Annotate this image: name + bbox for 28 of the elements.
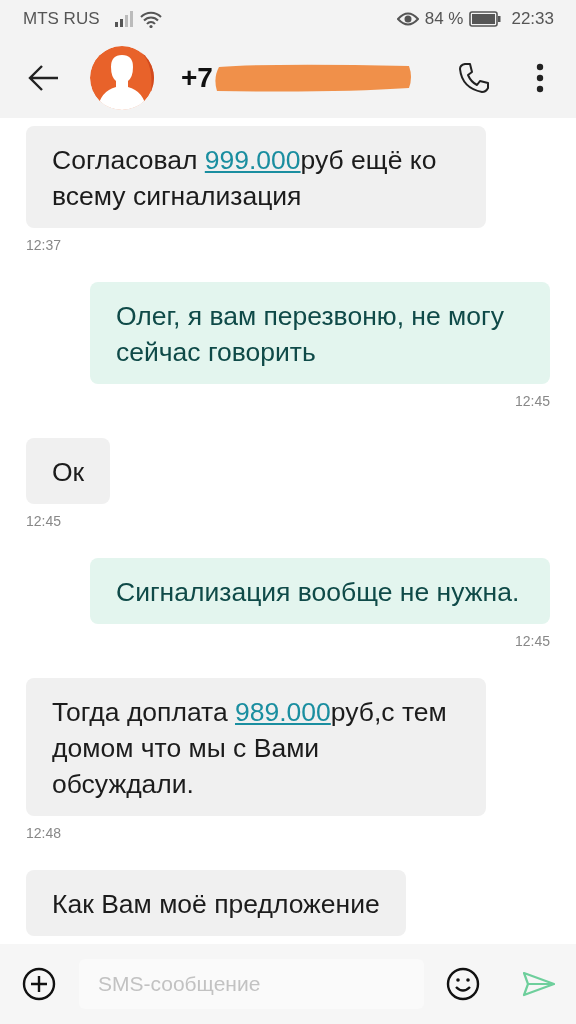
message-text: Ок — [52, 456, 85, 489]
clock-time: 22:33 — [511, 9, 554, 29]
back-arrow-icon[interactable] — [28, 64, 60, 92]
message-text: Олег, я вам перезвоню, не могу сейчас говорить — [116, 300, 505, 369]
contact-avatar — [89, 45, 155, 111]
signal-icon — [113, 11, 134, 27]
add-icon[interactable] — [22, 967, 56, 1001]
message-time: 12:48 — [26, 824, 62, 842]
emoji-icon[interactable] — [446, 967, 480, 1001]
message-text: Сигнализация вообще не нужна. — [116, 576, 521, 609]
battery-percent: 84 % — [424, 9, 464, 29]
message-time: 12:45 — [514, 632, 550, 650]
message-text: Тогда доплата 989.000руб,с тем домом что мы с Вами обсуждали. — [52, 696, 448, 801]
message-link[interactable]: 989.000 — [235, 697, 331, 727]
wifi-icon — [139, 10, 162, 28]
eye-icon — [396, 11, 419, 27]
message-link[interactable]: 999.000 — [204, 145, 301, 175]
contact-number: +7 — [181, 62, 213, 94]
message-text: Согласовал 999.000руб ещё ко всему сигнализация — [52, 144, 438, 213]
message-time: 12:45 — [26, 512, 62, 530]
message-time: 12:45 — [514, 392, 550, 410]
phone-icon[interactable] — [458, 62, 490, 94]
more-options-icon[interactable] — [536, 63, 544, 93]
carrier-name: MTS RUS — [23, 9, 100, 29]
message-input[interactable]: SMS-сообщение — [79, 959, 424, 1009]
message-time: 12:37 — [26, 236, 62, 254]
message-text: Как Вам моё предложение — [52, 888, 380, 921]
battery-icon — [469, 11, 502, 27]
